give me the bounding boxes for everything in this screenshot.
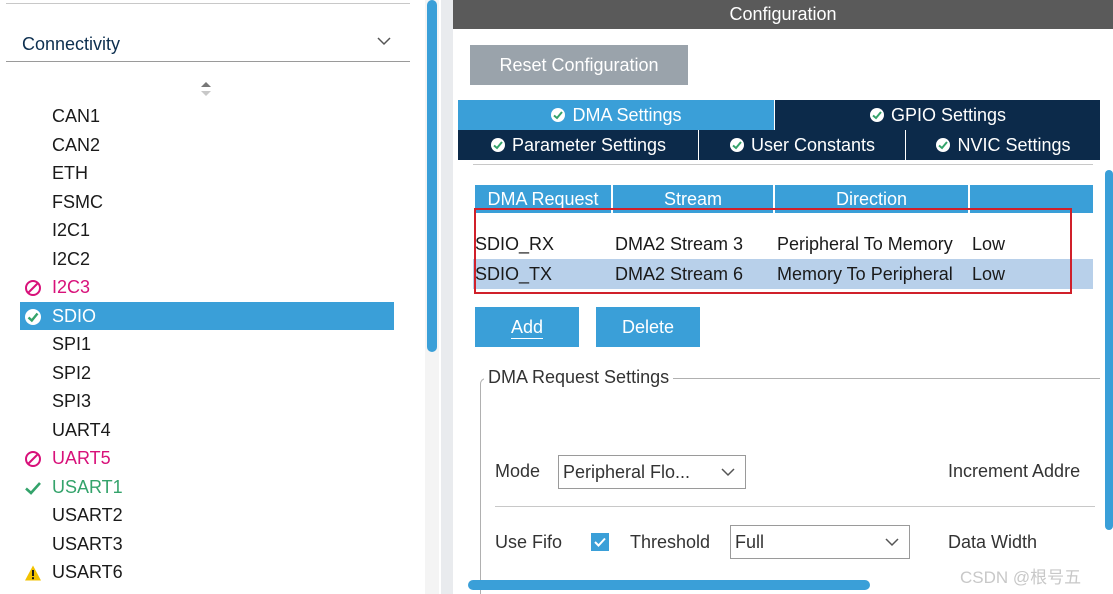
tab-dma-settings[interactable]: DMA Settings — [458, 100, 774, 130]
peripheral-label: USART2 — [52, 505, 123, 525]
category-header[interactable]: Connectivity — [6, 26, 410, 62]
tab-gpio-settings[interactable]: GPIO Settings — [775, 100, 1100, 130]
peripheral-item-i2c3[interactable]: I2C3 — [20, 273, 394, 302]
checkmark-icon — [25, 481, 41, 495]
peripheral-item-i2c2[interactable]: I2C2 — [20, 245, 394, 274]
peripheral-label: USART6 — [52, 562, 123, 582]
app-window: Connectivity CAN1 CAN2 ETH FSMC I2C1 I2C… — [0, 0, 1113, 594]
divider — [6, 3, 410, 4]
data-width-label: Data Width — [948, 532, 1038, 552]
peripheral-item-usart1[interactable]: USART1 — [20, 473, 394, 502]
peripheral-label: CAN2 — [52, 134, 101, 155]
check-circle-icon — [936, 138, 951, 152]
peripheral-label: USART3 — [52, 533, 123, 554]
mode-value: Peripheral Flo... — [563, 462, 691, 482]
group-title: DMA Request Settings — [484, 367, 674, 388]
peripheral-item-sdio[interactable]: SDIO — [20, 301, 394, 330]
reset-configuration-button[interactable]: Reset Configuration — [470, 45, 688, 85]
add-button[interactable]: Add — [475, 307, 579, 347]
add-label: Add — [510, 317, 544, 339]
peripheral-item-spi1[interactable]: SPI1 — [20, 330, 394, 359]
check-circle-icon — [490, 138, 505, 152]
peripheral-item-usart6[interactable]: USART6 — [20, 558, 394, 587]
peripheral-label: ETH — [52, 163, 88, 183]
checkmark-icon — [594, 537, 606, 547]
sort-icon[interactable] — [199, 80, 213, 98]
prohibited-icon — [25, 451, 41, 467]
divider — [495, 506, 1095, 507]
highlight-box — [474, 208, 1072, 294]
peripheral-label: FSMC — [52, 191, 103, 212]
chevron-down-icon — [721, 468, 735, 477]
tab-nvic-settings[interactable]: NVIC Settings — [906, 130, 1100, 160]
delete-button[interactable]: Delete — [596, 307, 700, 347]
tab-label: DMA Settings — [572, 105, 682, 125]
peripheral-label: I2C1 — [52, 220, 91, 240]
threshold-select[interactable]: Full — [730, 525, 910, 559]
configuration-title: Configuration — [453, 0, 1113, 29]
peripheral-item-can2[interactable]: CAN2 — [20, 131, 394, 160]
category-title: Connectivity — [22, 34, 121, 54]
peripheral-label: UART5 — [52, 448, 111, 468]
check-circle-icon — [551, 108, 566, 122]
peripheral-label: SDIO — [52, 305, 97, 326]
peripheral-label: SPI1 — [52, 334, 92, 354]
tab-user-constants[interactable]: User Constants — [699, 130, 905, 160]
peripheral-label: I2C3 — [52, 277, 91, 297]
peripheral-item-usart2[interactable]: USART2 — [20, 501, 394, 530]
peripheral-label: USART1 — [52, 476, 123, 497]
peripheral-item-eth[interactable]: ETH — [20, 159, 394, 188]
check-circle-icon — [25, 308, 41, 325]
configuration-panel: Configuration Reset Configuration DMA Se… — [441, 0, 1113, 594]
peripheral-item-spi2[interactable]: SPI2 — [20, 359, 394, 388]
peripheral-item-uart4[interactable]: UART4 — [20, 416, 394, 445]
mode-select[interactable]: Peripheral Flo... — [558, 455, 746, 489]
peripheral-item-usart3[interactable]: USART3 — [20, 530, 394, 559]
chevron-down-icon — [885, 538, 899, 547]
tab-label: GPIO Settings — [890, 105, 1007, 125]
peripheral-label: I2C2 — [52, 248, 91, 269]
peripheral-label: UART4 — [52, 419, 111, 440]
peripheral-panel: Connectivity CAN1 CAN2 ETH FSMC I2C1 I2C… — [0, 0, 425, 594]
peripheral-label: SPI3 — [52, 391, 92, 411]
threshold-label: Threshold — [630, 532, 711, 552]
threshold-value: Full — [735, 532, 765, 552]
tab-parameter-settings[interactable]: Parameter Settings — [458, 130, 698, 160]
configuration-content: Configuration Reset Configuration DMA Se… — [453, 0, 1113, 594]
check-circle-icon — [869, 108, 884, 122]
peripheral-list: CAN1 CAN2 ETH FSMC I2C1 I2C2 I2C3 SDIO S — [20, 102, 394, 587]
peripheral-item-spi3[interactable]: SPI3 — [20, 387, 394, 416]
use-fifo-checkbox[interactable] — [591, 533, 609, 551]
warning-icon — [25, 565, 41, 581]
increment-address-label: Increment Addre — [948, 461, 1081, 481]
peripheral-item-fsmc[interactable]: FSMC — [20, 188, 394, 217]
prohibited-icon — [25, 280, 41, 296]
chevron-down-icon[interactable] — [376, 34, 392, 48]
left-scrollbar-thumb[interactable] — [427, 0, 437, 352]
horizontal-scrollbar-thumb[interactable] — [468, 580, 870, 590]
tab-label: NVIC Settings — [957, 135, 1071, 155]
peripheral-label: SPI2 — [52, 362, 92, 383]
peripheral-item-can1[interactable]: CAN1 — [20, 102, 394, 131]
watermark: CSDN @根号五 — [960, 568, 1082, 587]
peripheral-item-uart5[interactable]: UART5 — [20, 444, 394, 473]
check-circle-icon — [729, 138, 744, 152]
mode-label: Mode — [495, 461, 541, 481]
use-fifo-label: Use Fifo — [495, 532, 563, 552]
tab-label: Parameter Settings — [511, 135, 667, 155]
peripheral-item-i2c1[interactable]: I2C1 — [20, 216, 394, 245]
peripheral-label: CAN1 — [52, 106, 101, 126]
tab-label: User Constants — [750, 135, 876, 155]
vertical-scrollbar-thumb[interactable] — [1105, 170, 1113, 530]
